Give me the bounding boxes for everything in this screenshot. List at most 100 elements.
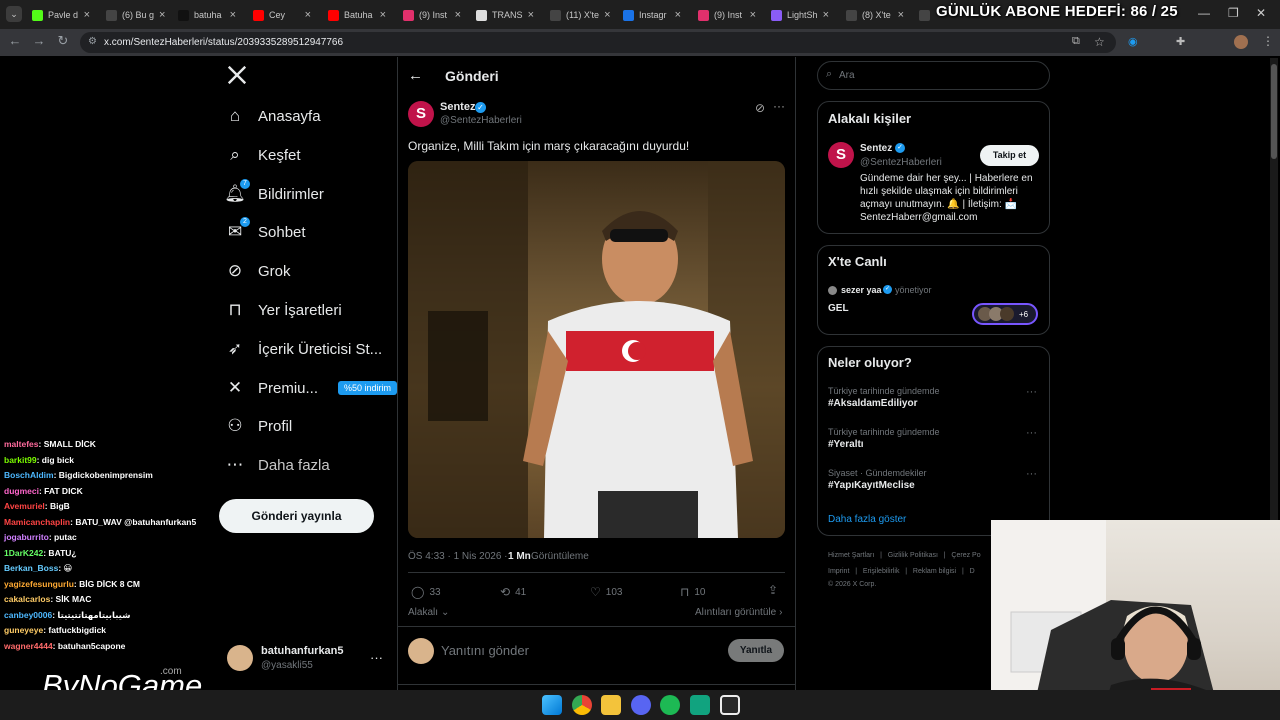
nav-item-chat[interactable]: ✉ 2 Sohbet xyxy=(226,217,306,247)
nav-item-x-logo[interactable]: ✕ Premiu... %50 indirim xyxy=(226,373,398,403)
browser-tab[interactable]: TRANS × xyxy=(470,4,540,26)
close-tab-icon[interactable]: × xyxy=(159,9,165,21)
reply-input[interactable]: Yanıtını gönder xyxy=(441,643,529,658)
close-tab-icon[interactable]: × xyxy=(750,9,756,21)
app-icon[interactable] xyxy=(690,695,710,715)
footer-links[interactable]: Hizmet Şartları | Gizlilik Politikası | … xyxy=(828,552,981,559)
nav-item-home[interactable]: ⌂ Anasayfa xyxy=(226,101,321,131)
close-tab-icon[interactable]: × xyxy=(675,9,681,21)
trend-hashtag[interactable]: #Yeraltı xyxy=(828,439,864,450)
related-avatar[interactable]: S xyxy=(828,142,854,168)
browser-tab[interactable]: X xyxy=(913,4,935,26)
tab-search-button[interactable]: ⌄ xyxy=(6,6,22,22)
browser-tab[interactable]: Instagr × xyxy=(617,4,687,26)
share-icon[interactable]: ⇪ xyxy=(768,583,778,597)
browser-tab[interactable]: Cey × xyxy=(247,4,317,26)
browser-tab[interactable]: (11) X'te × xyxy=(544,4,614,26)
reload-button[interactable]: ↻ xyxy=(54,32,72,50)
live-space-name[interactable]: GEL xyxy=(828,303,849,314)
post-timestamp[interactable]: ÖS 4:33 · 1 Nis 2026 · xyxy=(408,551,508,562)
view-quotes-link[interactable]: Alıntıları görüntüle › xyxy=(695,607,783,618)
close-window-button[interactable]: ✕ xyxy=(1256,6,1266,20)
grok-icon: ⊘ xyxy=(227,261,243,280)
chat-message: Berkan_Boss: 😀 xyxy=(4,563,72,574)
account-avatar[interactable] xyxy=(227,645,253,671)
nav-item-grok[interactable]: ⊘ Grok xyxy=(226,256,291,286)
author-name[interactable]: Sentez xyxy=(440,101,475,113)
install-app-icon[interactable]: ⧉ xyxy=(1072,35,1080,48)
close-tab-icon[interactable]: × xyxy=(528,9,534,21)
post-button[interactable]: Gönderi yayınla xyxy=(219,499,374,533)
close-tab-icon[interactable]: × xyxy=(84,9,90,21)
browser-tab[interactable]: (9) Inst × xyxy=(397,4,467,26)
tab-favicon-icon xyxy=(403,9,414,21)
close-tab-icon[interactable]: × xyxy=(604,9,610,21)
nav-item-label: İçerik Üreticisi St... xyxy=(258,340,383,358)
nav-item-rocket[interactable]: ➶ İçerik Üreticisi St... xyxy=(226,334,382,364)
maximize-window-button[interactable]: ❐ xyxy=(1228,6,1239,20)
related-name[interactable]: Sentez xyxy=(860,143,892,154)
browser-tab[interactable]: LightSh × xyxy=(765,4,835,26)
post-more-icon[interactable]: ··· xyxy=(773,99,785,113)
account-menu-icon[interactable]: ··· xyxy=(370,650,383,665)
spotify-icon[interactable] xyxy=(660,695,680,715)
puzzle-icon[interactable]: ✚ xyxy=(1176,35,1185,48)
like-action[interactable]: ♡ 103 xyxy=(590,585,622,599)
trend-hashtag[interactable]: #YapıKayıtMeclise xyxy=(828,480,915,491)
close-tab-icon[interactable]: × xyxy=(305,9,311,21)
nav-item-label: Premiu... xyxy=(258,379,319,397)
close-tab-icon[interactable]: × xyxy=(823,9,829,21)
forward-button[interactable]: → xyxy=(30,32,48,50)
start-icon[interactable] xyxy=(542,695,562,715)
trend-more-icon[interactable]: ··· xyxy=(1026,427,1037,439)
footer-links[interactable]: Imprint | Erişilebilirlik | Reklam bilgi… xyxy=(828,568,975,575)
relevance-dropdown[interactable]: Alakalı ⌄ xyxy=(408,607,449,618)
browser-tab[interactable]: (9) Inst × xyxy=(692,4,762,26)
post-image[interactable] xyxy=(408,161,785,538)
author-handle[interactable]: @SentezHaberleri xyxy=(440,115,522,126)
discord-icon[interactable] xyxy=(631,695,651,715)
grok-explain-icon[interactable]: ⊘ xyxy=(755,101,765,115)
chevron-right-icon: › xyxy=(779,607,783,618)
profile-avatar[interactable] xyxy=(1234,35,1248,49)
browser-tab[interactable]: Batuha × xyxy=(322,4,392,26)
nav-item-search[interactable]: ⌕ Keşfet xyxy=(226,140,300,170)
close-tab-icon[interactable]: × xyxy=(380,9,386,21)
site-info-icon[interactable]: ⚙ xyxy=(88,36,97,47)
browser-tab[interactable]: Pavle d × xyxy=(26,4,96,26)
chrome-icon[interactable] xyxy=(572,695,592,715)
close-tab-icon[interactable]: × xyxy=(898,9,904,21)
back-arrow-icon[interactable]: ← xyxy=(408,67,423,84)
chrome-menu-icon[interactable]: ⋮ xyxy=(1262,34,1274,48)
reply-action[interactable]: ◯ 33 xyxy=(411,585,441,599)
reply-button[interactable]: Yanıtla xyxy=(728,639,784,662)
live-participants-pill[interactable]: +6 xyxy=(972,303,1038,325)
scrollbar-thumb[interactable] xyxy=(1271,64,1277,159)
bookmark-count: 10 xyxy=(694,586,706,598)
follow-button[interactable]: Takip et xyxy=(980,145,1039,166)
close-tab-icon[interactable]: × xyxy=(230,9,236,21)
close-tab-icon[interactable]: × xyxy=(455,9,461,21)
browser-tab[interactable]: (6) Bu g × xyxy=(100,4,170,26)
x-logo-icon[interactable] xyxy=(226,64,248,86)
back-button[interactable]: ← xyxy=(6,32,24,50)
trend-more-icon[interactable]: ··· xyxy=(1026,468,1037,480)
nav-item-person[interactable]: ⚇ Profil xyxy=(226,411,292,441)
nav-item-bell[interactable]: 🔔︎ 7 Bildirimler xyxy=(224,179,324,209)
store-icon[interactable] xyxy=(720,695,740,715)
author-avatar[interactable]: S xyxy=(408,101,434,127)
browser-tab[interactable]: batuha × xyxy=(172,4,242,26)
bookmark-action[interactable]: ⊓ 10 xyxy=(680,585,706,599)
browser-tab[interactable]: (8) X'te × xyxy=(840,4,910,26)
nav-item-more-circle[interactable]: ⋯ Daha fazla xyxy=(226,450,330,480)
nav-item-bookmark[interactable]: ⊓ Yer İşaretleri xyxy=(226,295,341,325)
bookmark-star-icon[interactable]: ☆ xyxy=(1094,35,1105,49)
minimize-window-button[interactable]: — xyxy=(1198,6,1210,20)
live-host-name[interactable]: sezer yaa xyxy=(841,285,882,295)
file-explorer-icon[interactable] xyxy=(601,695,621,715)
repost-action[interactable]: ⟲ 41 xyxy=(500,585,526,599)
trend-more-icon[interactable]: ··· xyxy=(1026,386,1037,398)
extension-icon[interactable]: ◉ xyxy=(1128,35,1138,48)
show-more-link[interactable]: Daha fazla göster xyxy=(828,514,906,525)
trend-hashtag[interactable]: #AksaldamEdiliyor xyxy=(828,398,917,409)
